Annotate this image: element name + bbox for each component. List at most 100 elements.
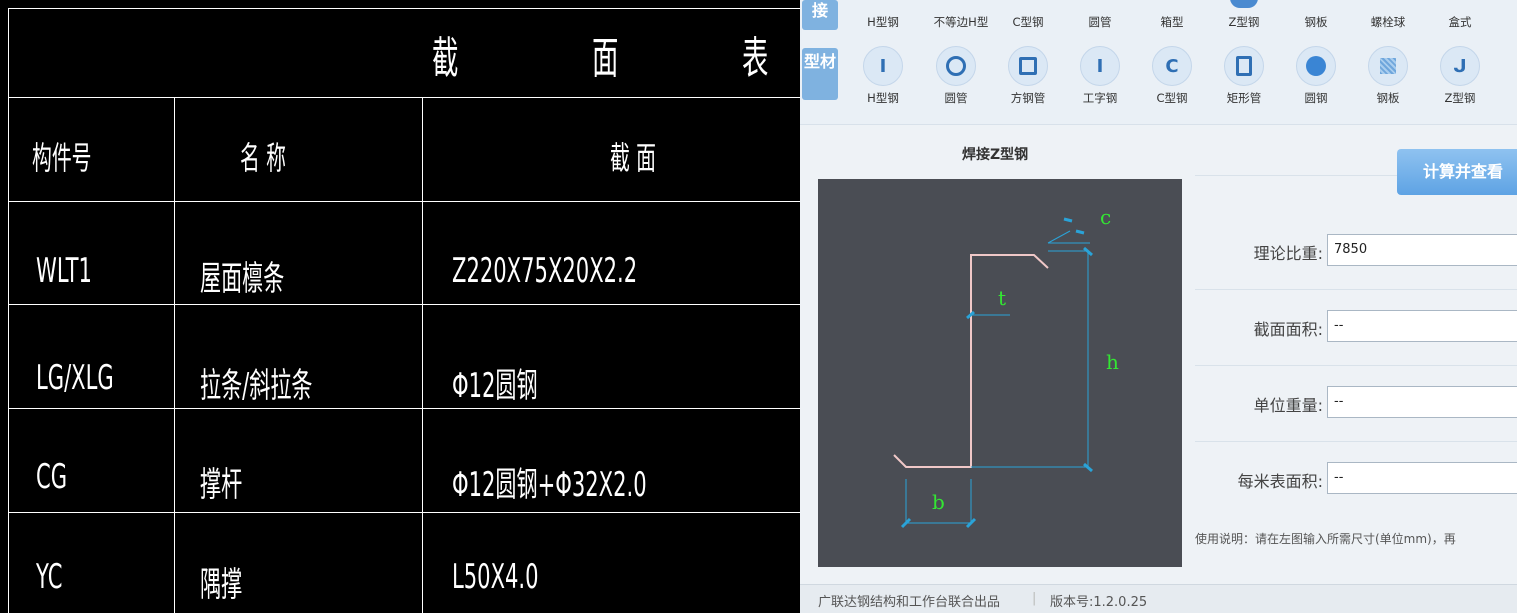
weld-item-label: Z型钢 xyxy=(1228,15,1260,29)
divider xyxy=(1195,289,1517,290)
cell-name: 拉条/斜拉条 xyxy=(200,366,313,406)
table-line xyxy=(8,304,800,305)
weld-item-unequal-h[interactable]: 不等边H型 xyxy=(926,10,996,30)
dim-tick-c xyxy=(1075,229,1085,235)
weld-item-box-type[interactable]: 盒式 xyxy=(1430,10,1490,30)
divider xyxy=(1195,441,1517,442)
cell-section: Φ12圆钢 xyxy=(452,366,538,406)
i-section-icon: Ⅰ xyxy=(1096,55,1104,77)
cell-member-no: CG xyxy=(36,457,68,497)
dim-line-c xyxy=(1047,230,1071,244)
profile-item-steel-plate[interactable]: 钢板 xyxy=(1358,46,1418,106)
tool-button xyxy=(936,46,976,86)
table-line xyxy=(8,97,800,98)
footer: 广联达钢结构和工作台联合出品 | 版本号:1.2.0.25 xyxy=(800,584,1517,613)
tool-button: Ⅰ xyxy=(1080,46,1120,86)
weld-item-c-steel[interactable]: C型钢 xyxy=(998,10,1058,30)
profile-item-square-pipe[interactable]: 方钢管 xyxy=(998,46,1058,106)
cad-section-table: 截 面 表 构件号 名 称 截 面 WLT1 屋面檩条 Z220X75X20X2… xyxy=(0,0,800,613)
cell-section: Φ12圆钢+Φ32X2.0 xyxy=(452,465,647,505)
tool-button xyxy=(1224,46,1264,86)
dim-label-t: t xyxy=(998,286,1006,310)
profile-category-label: 型材 xyxy=(802,48,838,100)
calculate-button[interactable]: 计算并查看 xyxy=(1397,149,1517,195)
footer-separator: | xyxy=(1032,591,1037,606)
density-input[interactable]: 7850 xyxy=(1327,234,1517,266)
unit-weight-input[interactable]: -- xyxy=(1327,386,1517,418)
cell-member-no: LG/XLG xyxy=(36,358,114,398)
profile-item-z-section[interactable]: ᒍ Z型钢 xyxy=(1430,46,1490,106)
weld-item-label: 箱型 xyxy=(1160,15,1184,29)
weld-category-label: 接 xyxy=(802,0,838,30)
weld-item-label: 螺栓球 xyxy=(1370,15,1406,29)
dim-label-h: h xyxy=(1106,350,1119,374)
tool-button: Ⅽ xyxy=(1152,46,1192,86)
dim-label-c: c xyxy=(1100,205,1111,229)
profile-item-rect-pipe[interactable]: 矩形管 xyxy=(1214,46,1274,106)
tool-button xyxy=(1296,46,1336,86)
area-label: 截面面积: xyxy=(1253,320,1323,339)
selected-indicator xyxy=(1230,0,1258,8)
weld-item-box[interactable]: 箱型 xyxy=(1142,10,1202,30)
table-line xyxy=(422,97,423,613)
weld-item-round-pipe[interactable]: 圆管 xyxy=(1070,10,1130,30)
profile-item-round-bar[interactable]: 圆钢 xyxy=(1286,46,1346,106)
table-line xyxy=(8,201,800,202)
tool-button xyxy=(1368,46,1408,86)
cell-name: 撑杆 xyxy=(200,465,243,505)
unit-weight-label: 单位重量: xyxy=(1253,396,1323,415)
section-calculator-panel: 接 H型钢 不等边H型 C型钢 圆管 箱型 Z型钢 钢板 螺栓球 盒式 型材 Ⅰ… xyxy=(800,0,1517,613)
footer-version: 版本号:1.2.0.25 xyxy=(1050,595,1148,610)
dim-tick-c xyxy=(1063,217,1073,223)
z-profile-outline xyxy=(893,254,1049,468)
c-channel-icon: Ⅽ xyxy=(1165,55,1179,77)
area-input[interactable]: -- xyxy=(1327,310,1517,342)
profile-item-label: H型钢 xyxy=(867,91,899,105)
header-name: 名 称 xyxy=(240,139,286,177)
cell-member-no: YC xyxy=(36,557,63,597)
table-line xyxy=(8,8,800,9)
cell-member-no: WLT1 xyxy=(36,251,92,291)
density-label: 理论比重: xyxy=(1253,244,1323,263)
profile-item-c-steel[interactable]: Ⅽ C型钢 xyxy=(1142,46,1202,106)
weld-item-label: C型钢 xyxy=(1012,15,1044,29)
cell-name: 屋面檩条 xyxy=(200,259,285,299)
dim-label-b: b xyxy=(932,490,945,514)
table-line xyxy=(8,8,9,613)
weld-item-label: H型钢 xyxy=(867,15,899,29)
profile-item-label: 圆管 xyxy=(944,91,968,105)
cell-name: 隅撑 xyxy=(200,565,243,605)
profile-item-label: 矩形管 xyxy=(1226,91,1262,105)
profile-item-round-pipe[interactable]: 圆管 xyxy=(926,46,986,106)
weld-item-label: 不等边H型 xyxy=(933,15,989,29)
tool-button xyxy=(1008,46,1048,86)
profile-item-i-section[interactable]: Ⅰ 工字钢 xyxy=(1070,46,1130,106)
cell-section: L50X4.0 xyxy=(452,557,539,597)
usage-note: 使用说明：请在左图输入所需尺寸(单位mm)，再 xyxy=(1195,532,1456,546)
surface-area-input[interactable]: -- xyxy=(1327,462,1517,494)
weld-item-label: 钢板 xyxy=(1304,15,1328,29)
round-pipe-icon xyxy=(937,47,975,85)
weld-item-h-steel[interactable]: H型钢 xyxy=(853,10,913,30)
table-title-char: 截 xyxy=(432,33,459,84)
cell-section: Z220X75X20X2.2 xyxy=(452,251,638,291)
i-beam-icon: Ⅰ xyxy=(879,55,887,77)
weld-item-plate[interactable]: 钢板 xyxy=(1286,10,1346,30)
profile-item-label: 方钢管 xyxy=(1010,91,1046,105)
section-diagram: c t h b xyxy=(818,179,1182,567)
profile-item-label: 工字钢 xyxy=(1082,91,1118,105)
weld-item-z-steel[interactable]: Z型钢 xyxy=(1214,0,1274,30)
table-line xyxy=(8,512,800,513)
z-section-drawing: c t h b xyxy=(893,205,1119,529)
profile-item-h-steel[interactable]: Ⅰ H型钢 xyxy=(853,46,913,106)
weld-item-label: 盒式 xyxy=(1448,15,1472,29)
weld-category-bar: 接 H型钢 不等边H型 C型钢 圆管 箱型 Z型钢 钢板 螺栓球 盒式 xyxy=(800,0,1517,36)
rect-pipe-icon xyxy=(1225,47,1263,85)
profile-category-bar: 型材 Ⅰ H型钢 圆管 方钢管 Ⅰ 工字钢 Ⅽ C型钢 矩形管 圆钢 钢板 ᒍ … xyxy=(800,36,1517,124)
weld-item-bolt-ball[interactable]: 螺栓球 xyxy=(1358,10,1418,30)
profile-item-label: C型钢 xyxy=(1156,91,1188,105)
profile-item-label: Z型钢 xyxy=(1444,91,1476,105)
footer-credit: 广联达钢结构和工作台联合出品 xyxy=(818,595,1001,610)
divider xyxy=(1195,365,1517,366)
steel-plate-icon xyxy=(1369,47,1407,85)
